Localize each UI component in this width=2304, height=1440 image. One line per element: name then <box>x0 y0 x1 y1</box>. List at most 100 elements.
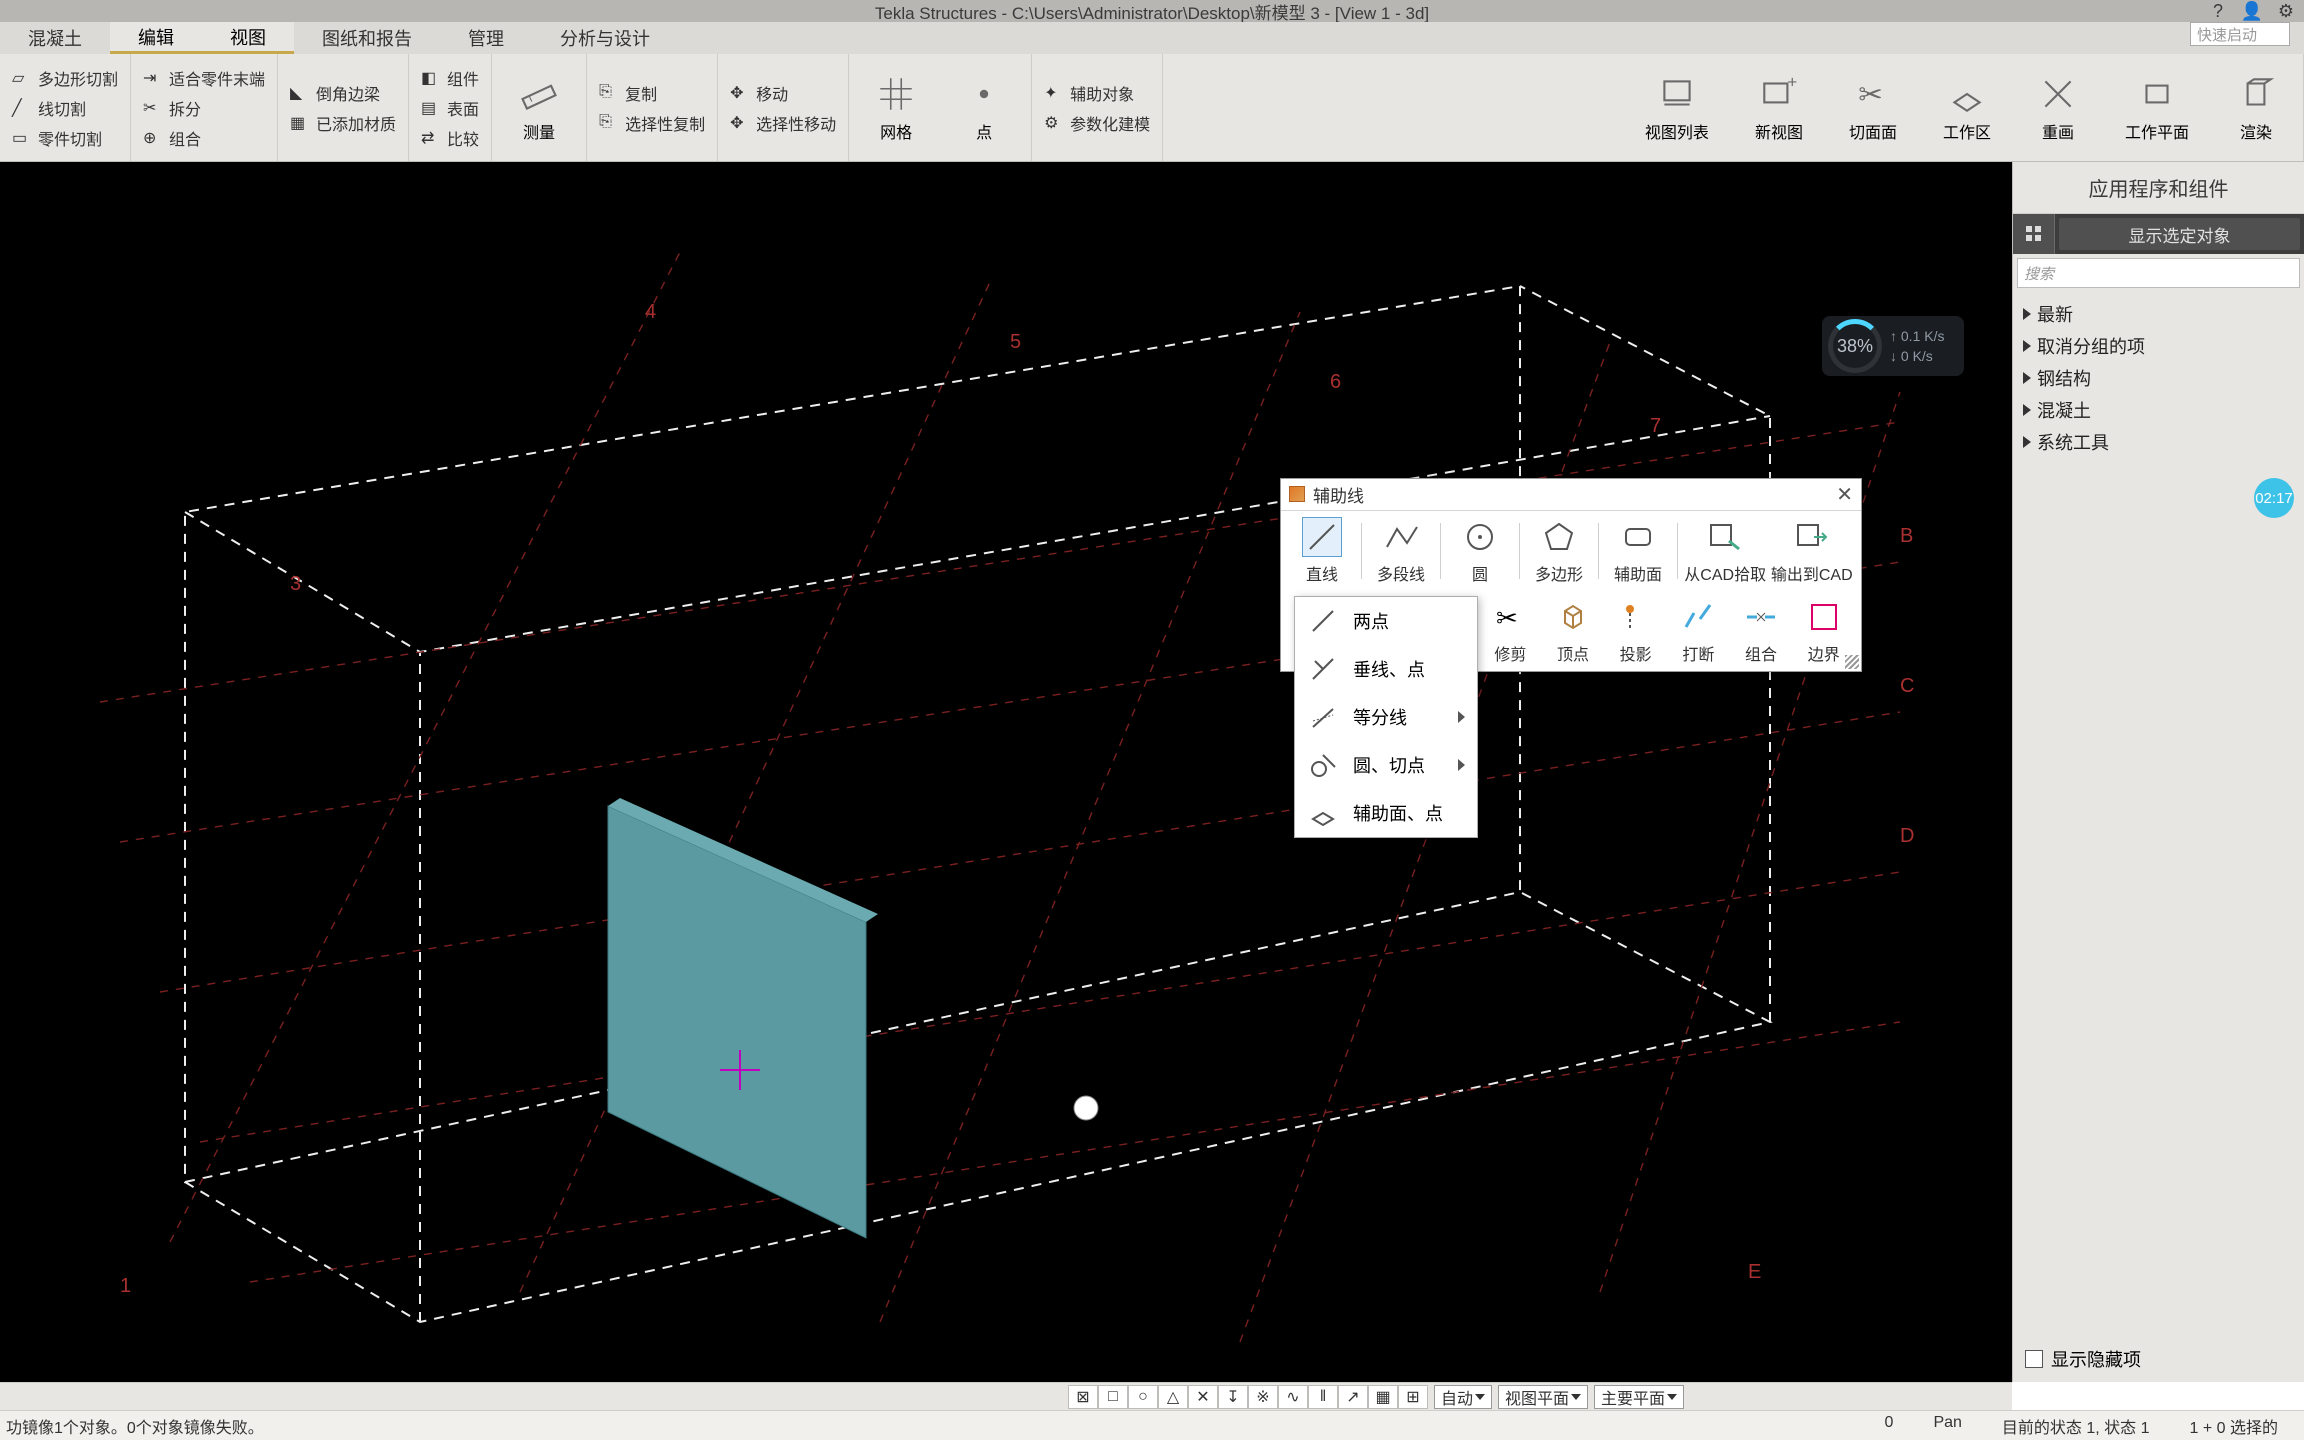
move-button[interactable]: ✥移动 <box>730 81 836 105</box>
polygon-tool-button[interactable]: 多边形 <box>1526 517 1592 585</box>
new-view-button[interactable]: +新视图 <box>1741 69 1817 147</box>
auto-select[interactable]: 自动 <box>1434 1385 1492 1409</box>
measure-button[interactable]: 测量 <box>504 69 574 147</box>
work-plane-button[interactable]: 工作平面 <box>2111 69 2203 147</box>
show-hidden-checkbox[interactable]: 显示隐藏项 <box>2025 1346 2141 1372</box>
grid-label: 网格 <box>880 119 912 143</box>
dialog-close-button[interactable]: ✕ <box>1836 482 1853 507</box>
settings-icon[interactable]: ⚙ <box>2276 1 2296 21</box>
show-selected-button[interactable]: 显示选定对象 <box>2059 218 2300 250</box>
component-button[interactable]: ◧组件 <box>421 66 479 90</box>
tree-steel[interactable]: 钢结构 <box>2023 362 2294 394</box>
vertex-tool-button[interactable]: 顶点 <box>1544 597 1603 665</box>
break-icon <box>1680 599 1716 635</box>
checkbox-icon <box>2025 1350 2043 1368</box>
select-all-button[interactable]: ⊠ <box>1068 1385 1098 1409</box>
split-label: 拆分 <box>169 96 201 120</box>
select-vert-button[interactable]: ‖ <box>1308 1385 1338 1409</box>
tree-concrete[interactable]: 混凝土 <box>2023 394 2294 426</box>
break-tool-button[interactable]: 打断 <box>1669 597 1728 665</box>
construction-obj-button[interactable]: ✦辅助对象 <box>1044 81 1150 105</box>
compare-button[interactable]: ⇄比较 <box>421 126 479 150</box>
circle-tangent-item[interactable]: 圆、切点 <box>1295 741 1477 789</box>
export-cad-button[interactable]: 输出到CAD <box>1770 517 1853 585</box>
line-submenu: 两点 垂线、点 等分线 圆、切点 辅助面、点 <box>1294 596 1478 838</box>
applications-panel: 应用程序和组件 显示选定对象 搜索 最新 取消分组的项 钢结构 混凝土 系统工具… <box>2012 162 2304 1382</box>
tree-system-tools[interactable]: 系统工具 <box>2023 426 2294 458</box>
tab-view[interactable]: 视图 <box>202 22 294 54</box>
pick-cad-icon <box>1707 519 1743 555</box>
grid-icon <box>2025 225 2043 243</box>
added-material-button[interactable]: ▦已添加材质 <box>290 111 396 135</box>
circle-tool-button[interactable]: 圆 <box>1447 517 1513 585</box>
combine-button[interactable]: ⊕组合 <box>143 126 265 150</box>
plane-label: 辅助面 <box>1614 561 1662 585</box>
join-label: 组合 <box>1745 641 1777 665</box>
plane-tool-button[interactable]: 辅助面 <box>1605 517 1671 585</box>
tree-recent[interactable]: 最新 <box>2023 298 2294 330</box>
viewplane-select[interactable]: 视图平面 <box>1498 1385 1588 1409</box>
pick-from-cad-button[interactable]: 从CAD拾取 <box>1684 517 1767 585</box>
svg-text:✂: ✂ <box>1858 78 1883 111</box>
section-plane-button[interactable]: ✂ 切面面 <box>1835 69 1911 147</box>
select-hatch-button[interactable]: ▦ <box>1368 1385 1398 1409</box>
line-cut-button[interactable]: ╱线切割 <box>12 96 118 120</box>
line-tool-button[interactable]: 直线 <box>1289 517 1355 585</box>
project-tool-button[interactable]: 投影 <box>1606 597 1665 665</box>
bisector-item[interactable]: 等分线 <box>1295 693 1477 741</box>
polyline-label: 多段线 <box>1377 561 1425 585</box>
select-sym-button[interactable]: ※ <box>1248 1385 1278 1409</box>
part-cut-button[interactable]: ▭零件切割 <box>12 126 118 150</box>
select-tri-button[interactable]: △ <box>1158 1385 1188 1409</box>
join-tool-button[interactable]: 组合 <box>1732 597 1791 665</box>
work-area-button[interactable]: 工作区 <box>1929 69 2005 147</box>
3d-viewport[interactable]: 34567 A1123 BCDE <box>0 162 2012 1382</box>
select-arrow-button[interactable]: ↗ <box>1338 1385 1368 1409</box>
polygon-cut-button[interactable]: ▱多边形切割 <box>12 66 118 90</box>
copy-button[interactable]: ⎘复制 <box>599 81 705 105</box>
grid-button[interactable]: 网格 <box>861 69 931 147</box>
chamfer-edge-button[interactable]: ◣倒角边梁 <box>290 81 396 105</box>
render-button[interactable]: 渲染 <box>2221 69 2291 147</box>
bisector-icon <box>1307 701 1339 733</box>
svg-text:✂: ✂ <box>1496 603 1518 633</box>
polygon-label: 多边形 <box>1535 561 1583 585</box>
tab-analysis[interactable]: 分析与设计 <box>532 22 678 54</box>
tab-drawings[interactable]: 图纸和报告 <box>294 22 440 54</box>
move-special-button[interactable]: ✥选择性移动 <box>730 111 836 135</box>
perp-point-item[interactable]: 垂线、点 <box>1295 645 1477 693</box>
select-circle-button[interactable]: ○ <box>1128 1385 1158 1409</box>
user-icon[interactable]: 👤 <box>2242 1 2262 21</box>
view-list-button[interactable]: 视图列表 <box>1631 69 1723 147</box>
select-grid-button[interactable]: ⊞ <box>1398 1385 1428 1409</box>
tab-concrete[interactable]: 混凝土 <box>0 22 110 54</box>
split-button[interactable]: ✂拆分 <box>143 96 265 120</box>
select-x-button[interactable]: ✕ <box>1188 1385 1218 1409</box>
dialog-resize-handle[interactable] <box>1845 655 1859 669</box>
select-dim-button[interactable]: ↧ <box>1218 1385 1248 1409</box>
parametric-model-button[interactable]: ⚙参数化建模 <box>1044 111 1150 135</box>
plane-icon <box>1620 519 1656 555</box>
point-button[interactable]: 点 <box>949 69 1019 147</box>
quick-launch-input[interactable]: 快速启动 <box>2190 22 2290 46</box>
fit-part-end-button[interactable]: ⇥适合零件末端 <box>143 66 265 90</box>
tree-ungrouped[interactable]: 取消分组的项 <box>2023 330 2294 362</box>
redraw-button[interactable]: 重画 <box>2023 69 2093 147</box>
section-label: 切面面 <box>1849 119 1897 143</box>
polyline-tool-button[interactable]: 多段线 <box>1368 517 1434 585</box>
show-hidden-label: 显示隐藏项 <box>2051 1346 2141 1372</box>
component-search-input[interactable]: 搜索 <box>2017 258 2300 288</box>
mainplane-select[interactable]: 主要平面 <box>1594 1385 1684 1409</box>
select-rect-button[interactable]: □ <box>1098 1385 1128 1409</box>
grid-view-button[interactable] <box>2013 214 2055 254</box>
tab-edit[interactable]: 编辑 <box>110 22 202 54</box>
select-line-button[interactable]: ∿ <box>1278 1385 1308 1409</box>
help-icon[interactable]: ? <box>2208 1 2228 21</box>
plane-point-item[interactable]: 辅助面、点 <box>1295 789 1477 837</box>
tab-manage[interactable]: 管理 <box>440 22 532 54</box>
surface-button[interactable]: ▤表面 <box>421 96 479 120</box>
status-message: 功镜像1个对象。0个对象镜像失败。 <box>6 1414 264 1438</box>
trim-tool-button[interactable]: ✂ 修剪 <box>1481 597 1540 665</box>
two-points-item[interactable]: 两点 <box>1295 597 1477 645</box>
paste-special-button[interactable]: ⎘选择性复制 <box>599 111 705 135</box>
